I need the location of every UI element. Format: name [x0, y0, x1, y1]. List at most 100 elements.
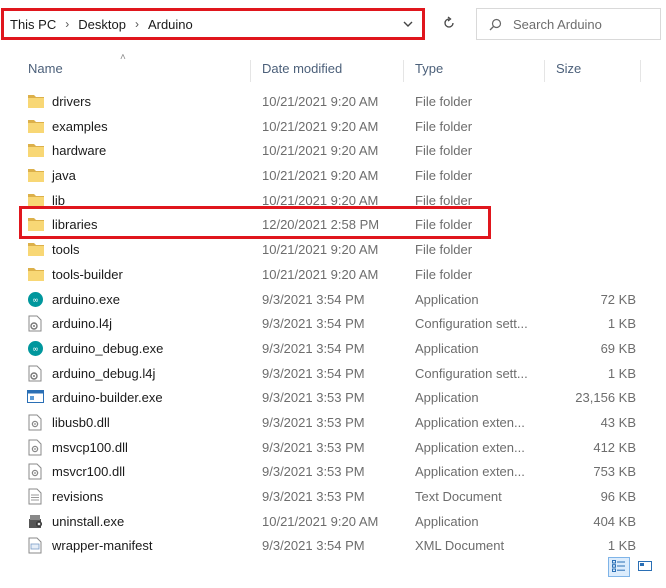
file-type: Application exten... [415, 464, 525, 480]
file-date-modified: 9/3/2021 3:54 PM [262, 291, 365, 307]
file-date-modified: 9/3/2021 3:53 PM [262, 390, 365, 406]
file-size: 72 KB [600, 291, 636, 307]
file-date-modified: 10/21/2021 9:20 AM [262, 513, 379, 529]
dll-file-icon [27, 414, 45, 431]
file-date-modified: 9/3/2021 3:54 PM [262, 365, 365, 381]
breadcrumb-chevron-icon[interactable]: › [65, 17, 69, 31]
file-row-java[interactable]: java 10/21/2021 9:20 AM File folder [0, 163, 666, 188]
file-type: File folder [415, 242, 473, 258]
file-name: java [52, 168, 76, 184]
chevron-down-icon[interactable] [402, 18, 414, 33]
folder-icon [27, 266, 45, 283]
config-file-icon [27, 365, 45, 382]
breadcrumb-desktop[interactable]: Desktop [78, 17, 126, 32]
column-header-name[interactable]: Name [28, 61, 63, 76]
file-date-modified: 10/21/2021 9:20 AM [262, 94, 379, 109]
file-row-hardware[interactable]: hardware 10/21/2021 9:20 AM File folder [0, 138, 666, 163]
details-view-button[interactable] [608, 557, 630, 577]
file-row-wrapper-manifest[interactable]: wrapper-manifest 9/3/2021 3:54 PM XML Do… [0, 533, 666, 558]
file-type: File folder [415, 94, 473, 109]
dll-file-icon [27, 439, 45, 456]
file-name: tools [52, 242, 80, 258]
file-type: Configuration sett... [415, 365, 528, 381]
file-size: 753 KB [593, 464, 636, 480]
file-name: arduino_debug.exe [52, 340, 164, 356]
file-row-msvcr100-dll[interactable]: msvcr100.dll 9/3/2021 3:53 PM Applicatio… [0, 459, 666, 484]
file-size: 1 KB [607, 538, 636, 554]
file-date-modified: 10/21/2021 9:20 AM [262, 118, 379, 134]
file-row-arduino-builder-exe[interactable]: arduino-builder.exe 9/3/2021 3:53 PM App… [0, 385, 666, 410]
file-name: revisions [52, 489, 104, 504]
file-size: 43 KB [600, 414, 636, 430]
breadcrumb-arduino[interactable]: Arduino [148, 17, 193, 32]
file-type: File folder [415, 192, 473, 208]
address-bar[interactable]: This PC › Desktop › Arduino [1, 8, 425, 40]
column-divider[interactable] [544, 60, 545, 82]
file-row-tools[interactable]: tools 10/21/2021 9:20 AM File folder [0, 237, 666, 262]
column-divider[interactable] [403, 60, 404, 82]
file-type: Application [415, 340, 479, 356]
column-divider[interactable] [250, 60, 251, 82]
file-size: 1 KB [607, 316, 636, 332]
arduino-icon: ∞ [27, 340, 45, 357]
file-date-modified: 12/20/2021 2:58 PM [262, 217, 380, 233]
column-header-size[interactable]: Size [556, 61, 581, 76]
file-row-uninstall-exe[interactable]: uninstall.exe 10/21/2021 9:20 AM Applica… [0, 509, 666, 534]
file-date-modified: 10/21/2021 9:20 AM [262, 242, 379, 258]
column-header-date[interactable]: Date modified [262, 61, 342, 76]
large-icons-view-button[interactable] [634, 557, 656, 577]
file-type: File folder [415, 168, 473, 184]
file-row-msvcp100-dll[interactable]: msvcp100.dll 9/3/2021 3:53 PM Applicatio… [0, 435, 666, 460]
file-row-arduino-exe[interactable]: ∞ arduino.exe 9/3/2021 3:54 PM Applicati… [0, 287, 666, 312]
search-placeholder[interactable]: Search Arduino [513, 17, 602, 32]
sort-ascending-icon: ˄ [120, 52, 126, 63]
file-name: tools-builder [52, 266, 123, 282]
file-row-tools-builder[interactable]: tools-builder 10/21/2021 9:20 AM File fo… [0, 262, 666, 287]
file-row-drivers[interactable]: drivers 10/21/2021 9:20 AM File folder [0, 89, 666, 114]
file-size: 404 KB [593, 513, 636, 529]
file-type: Configuration sett... [415, 316, 528, 332]
file-name: arduino.l4j [52, 316, 112, 332]
file-type: Application exten... [415, 414, 525, 430]
file-type: XML Document [415, 538, 505, 554]
file-row-revisions[interactable]: revisions 9/3/2021 3:53 PM Text Document… [0, 484, 666, 509]
file-row-examples[interactable]: examples 10/21/2021 9:20 AM File folder [0, 114, 666, 139]
file-date-modified: 9/3/2021 3:53 PM [262, 464, 365, 480]
file-date-modified: 9/3/2021 3:53 PM [262, 414, 365, 430]
breadcrumb-chevron-icon[interactable]: › [135, 17, 139, 31]
breadcrumb-this-pc[interactable]: This PC [10, 17, 56, 32]
file-date-modified: 10/21/2021 9:20 AM [262, 266, 379, 282]
file-date-modified: 9/3/2021 3:53 PM [262, 489, 365, 504]
folder-icon [27, 93, 45, 110]
text-file-icon [27, 488, 45, 505]
folder-icon [27, 142, 45, 159]
file-name: wrapper-manifest [52, 538, 153, 554]
uninstall-icon [27, 513, 45, 530]
refresh-button[interactable] [432, 8, 466, 40]
column-header-type[interactable]: Type [415, 61, 443, 76]
file-row-lib[interactable]: lib 10/21/2021 9:20 AM File folder [0, 188, 666, 213]
column-headers: ˄ Name Date modified Type Size [0, 52, 666, 86]
file-row-arduino-debug-exe[interactable]: ∞ arduino_debug.exe 9/3/2021 3:54 PM App… [0, 336, 666, 361]
file-row-arduino-l4j[interactable]: arduino.l4j 9/3/2021 3:54 PM Configurati… [0, 311, 666, 336]
file-size: 412 KB [593, 439, 636, 455]
file-size: 23,156 KB [575, 390, 636, 406]
file-name: drivers [52, 94, 92, 109]
folder-icon [27, 216, 45, 233]
file-name: examples [52, 118, 108, 134]
file-type: Application [415, 513, 479, 529]
column-divider[interactable] [640, 60, 641, 82]
folder-icon [27, 192, 45, 209]
svg-text:∞: ∞ [32, 295, 39, 304]
file-row-libusb0-dll[interactable]: libusb0.dll 9/3/2021 3:53 PM Application… [0, 410, 666, 435]
file-row-arduino-debug-l4j[interactable]: arduino_debug.l4j 9/3/2021 3:54 PM Confi… [0, 361, 666, 386]
file-name: hardware [52, 143, 107, 159]
file-date-modified: 9/3/2021 3:53 PM [262, 439, 365, 455]
file-row-libraries[interactable]: libraries 12/20/2021 2:58 PM File folder [0, 212, 666, 237]
file-type: Application [415, 291, 479, 307]
search-box[interactable]: Search Arduino [476, 8, 661, 40]
file-name: arduino.exe [52, 291, 120, 307]
arduino-icon: ∞ [27, 291, 45, 308]
file-type: Application [415, 390, 479, 406]
file-type: File folder [415, 266, 473, 282]
